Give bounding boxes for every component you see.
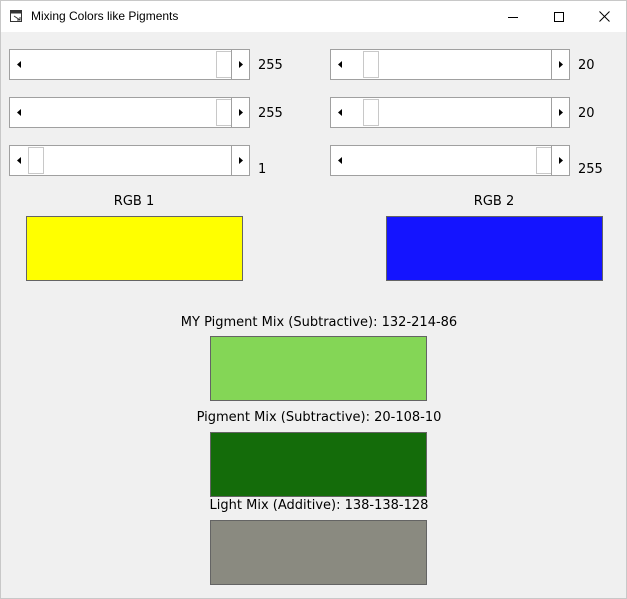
scroll-left-button[interactable] (331, 50, 349, 79)
slider-r2[interactable] (330, 49, 570, 80)
slider-track[interactable] (27, 146, 232, 175)
my-pigment-mix-label: MY Pigment Mix (Subtractive): 132-214-86 (180, 315, 458, 330)
arrow-left-icon (16, 157, 21, 164)
arrow-right-icon (238, 109, 243, 116)
scroll-left-button[interactable] (10, 50, 28, 79)
app-icon (10, 10, 22, 22)
arrow-left-icon (337, 61, 342, 68)
slider-thumb[interactable] (216, 51, 232, 78)
light-mix-swatch (210, 520, 427, 585)
maximize-button[interactable] (536, 1, 582, 32)
arrow-right-icon (238, 61, 243, 68)
maximize-icon (554, 11, 564, 22)
slider-g1-value: 255 (258, 106, 283, 121)
scroll-right-button[interactable] (551, 146, 569, 175)
slider-r2-value: 20 (578, 58, 595, 73)
arrow-right-icon (558, 61, 563, 68)
arrow-right-icon (238, 157, 243, 164)
close-button[interactable] (581, 1, 627, 32)
slider-thumb[interactable] (216, 99, 232, 126)
arrow-left-icon (16, 61, 21, 68)
slider-track[interactable] (348, 50, 552, 79)
slider-track[interactable] (27, 50, 232, 79)
slider-r1-value: 255 (258, 58, 283, 73)
light-mix-label: Light Mix (Additive): 138-138-128 (209, 498, 429, 513)
scroll-left-button[interactable] (10, 146, 28, 175)
slider-thumb[interactable] (28, 147, 44, 174)
slider-r1[interactable] (9, 49, 250, 80)
close-icon (598, 11, 610, 22)
slider-g1[interactable] (9, 97, 250, 128)
rgb1-swatch (26, 216, 243, 281)
my-pigment-mix-swatch (210, 336, 427, 401)
rgb2-swatch (386, 216, 603, 281)
slider-track[interactable] (348, 98, 552, 127)
window-title: Mixing Colors like Pigments (31, 9, 179, 23)
scroll-left-button[interactable] (331, 146, 349, 175)
scroll-right-button[interactable] (231, 98, 249, 127)
arrow-right-icon (558, 157, 563, 164)
slider-b1[interactable] (9, 145, 250, 176)
slider-b1-value: 1 (258, 162, 267, 177)
pigment-mix-label: Pigment Mix (Subtractive): 20-108-10 (196, 410, 442, 425)
scroll-left-button[interactable] (10, 98, 28, 127)
slider-track[interactable] (27, 98, 232, 127)
slider-b2[interactable] (330, 145, 570, 176)
arrow-left-icon (16, 109, 21, 116)
slider-track[interactable] (348, 146, 552, 175)
arrow-left-icon (337, 109, 342, 116)
pigment-mix-swatch (210, 432, 427, 497)
slider-thumb[interactable] (536, 147, 552, 174)
slider-thumb[interactable] (363, 51, 379, 78)
slider-g2-value: 20 (578, 106, 595, 121)
minimize-button[interactable] (490, 1, 536, 32)
rgb1-label: RGB 1 (113, 194, 155, 209)
slider-b2-value: 255 (578, 162, 603, 177)
app-window: Mixing Colors like Pigments 255 255 1 20 (0, 0, 627, 599)
title-bar: Mixing Colors like Pigments (1, 1, 626, 32)
scroll-right-button[interactable] (551, 50, 569, 79)
scroll-right-button[interactable] (231, 146, 249, 175)
scroll-right-button[interactable] (551, 98, 569, 127)
minimize-icon (508, 16, 518, 18)
slider-thumb[interactable] (363, 99, 379, 126)
scroll-right-button[interactable] (231, 50, 249, 79)
arrow-right-icon (558, 109, 563, 116)
scroll-left-button[interactable] (331, 98, 349, 127)
slider-g2[interactable] (330, 97, 570, 128)
arrow-left-icon (337, 157, 342, 164)
rgb2-label: RGB 2 (473, 194, 515, 209)
